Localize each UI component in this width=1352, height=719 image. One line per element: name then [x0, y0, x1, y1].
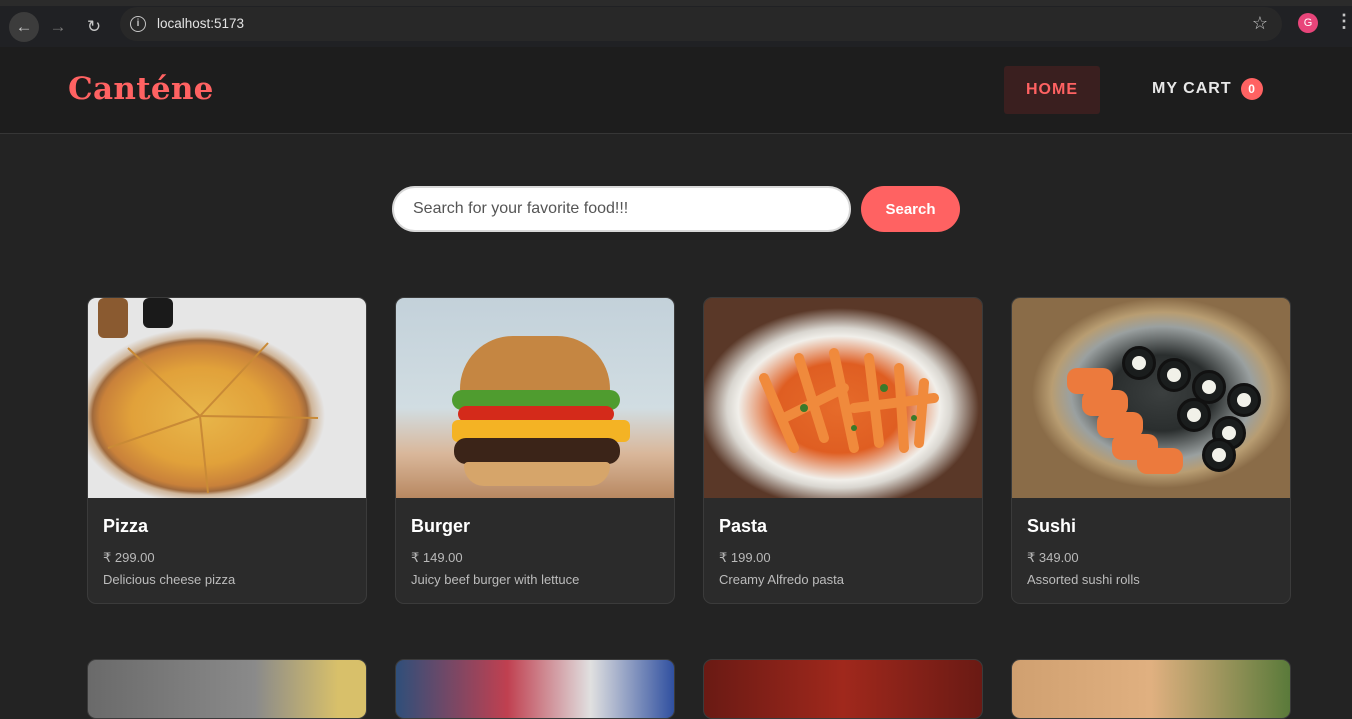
product-description: Creamy Alfredo pasta	[719, 572, 845, 587]
product-card-partial[interactable]	[87, 659, 367, 719]
profile-avatar[interactable]: G	[1298, 13, 1318, 33]
back-arrow-icon[interactable]: ←	[9, 12, 39, 42]
sushi-image	[1012, 298, 1290, 498]
nav-home-link[interactable]: HOME	[1004, 66, 1100, 114]
product-card-partial[interactable]	[1011, 659, 1291, 719]
product-price: ₹ 349.00	[1027, 550, 1079, 565]
search-input[interactable]	[392, 186, 851, 232]
nav-cart-link[interactable]: MY CART 0	[1152, 78, 1263, 100]
burger-image	[396, 298, 674, 498]
forward-arrow-icon[interactable]: →	[45, 14, 71, 40]
product-name: Pizza	[103, 516, 149, 536]
search-button[interactable]: Search	[861, 186, 960, 232]
product-price: ₹ 149.00	[411, 550, 463, 565]
brand-logo[interactable]: Canténe	[68, 71, 214, 107]
product-description: Assorted sushi rolls	[1027, 572, 1140, 587]
product-name: Pasta	[719, 516, 768, 536]
product-card-partial[interactable]	[395, 659, 675, 719]
product-name: Sushi	[1027, 516, 1077, 536]
browser-toolbar: ← → ↻ i localhost:5173 ☆ G ⋮	[0, 0, 1352, 47]
site-info-icon[interactable]: i	[130, 16, 146, 32]
cart-count-badge: 0	[1240, 78, 1263, 100]
nav-cart-label: MY CART	[1152, 80, 1232, 97]
product-description: Delicious cheese pizza	[103, 572, 236, 587]
product-card-pizza[interactable]: Pizza ₹ 299.00 Delicious cheese pizza	[87, 297, 367, 604]
reload-icon[interactable]: ↻	[81, 14, 107, 40]
url-text[interactable]: localhost:5173	[157, 16, 244, 31]
product-name: Burger	[411, 516, 471, 536]
browser-menu-icon[interactable]: ⋮	[1335, 11, 1352, 32]
product-card-sushi[interactable]: Sushi ₹ 349.00 Assorted sushi rolls	[1011, 297, 1291, 604]
product-price: ₹ 299.00	[103, 550, 155, 565]
product-description: Juicy beef burger with lettuce	[411, 572, 580, 587]
product-price: ₹ 199.00	[719, 550, 771, 565]
pizza-image	[88, 298, 366, 498]
product-card-partial[interactable]	[703, 659, 983, 719]
bookmark-star-icon[interactable]: ☆	[1252, 13, 1268, 34]
pasta-image	[704, 298, 982, 498]
product-card-burger[interactable]: Burger ₹ 149.00 Juicy beef burger with l…	[395, 297, 675, 604]
product-card-pasta[interactable]: Pasta ₹ 199.00 Creamy Alfredo pasta	[703, 297, 983, 604]
address-bar[interactable]: i localhost:5173 ☆	[120, 7, 1282, 41]
app-header: Canténe HOME MY CART 0	[0, 47, 1352, 134]
